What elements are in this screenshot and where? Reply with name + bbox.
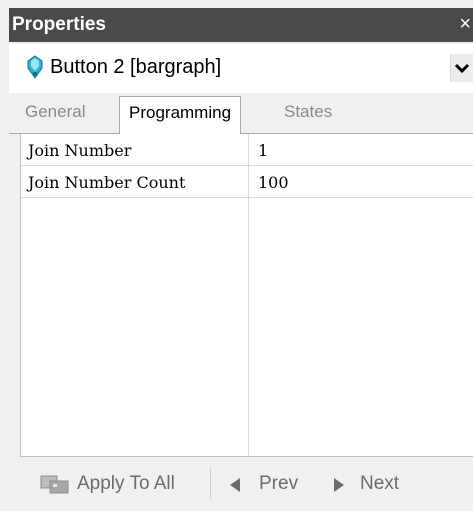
properties-panel: Properties × Button 2 [bargraph] General…: [0, 0, 473, 511]
next-button[interactable]: Next: [332, 457, 422, 511]
property-row[interactable]: Join Number Count 100: [21, 166, 473, 198]
close-icon[interactable]: ×: [459, 13, 471, 36]
triangle-right-icon: [334, 478, 344, 492]
tab-states[interactable]: States: [284, 102, 332, 122]
dropdown-button[interactable]: [450, 54, 473, 82]
bottom-toolbar: Apply To All Prev Next: [9, 457, 473, 511]
property-row[interactable]: Join Number 1: [21, 134, 473, 166]
apply-to-all-button[interactable]: Apply To All: [39, 457, 209, 511]
panel-title: Properties: [12, 14, 106, 35]
property-name: Join Number: [28, 141, 132, 160]
tab-programming[interactable]: Programming: [119, 96, 242, 134]
prev-label: Prev: [259, 473, 299, 494]
apply-to-all-label: Apply To All: [77, 473, 175, 494]
property-value[interactable]: 1: [258, 141, 268, 160]
apply-to-all-icon: [40, 475, 69, 494]
button-object-icon: [27, 55, 43, 79]
property-name: Join Number Count: [28, 173, 186, 192]
chevron-down-icon: [454, 63, 470, 74]
object-selector[interactable]: Button 2 [bargraph]: [9, 44, 473, 94]
prev-button[interactable]: Prev: [228, 457, 308, 511]
triangle-left-icon: [230, 478, 240, 492]
toolbar-separator: [210, 467, 211, 499]
tab-general[interactable]: General: [25, 102, 85, 122]
property-grid: Join Number 1 Join Number Count 100: [20, 134, 473, 457]
property-value[interactable]: 100: [258, 173, 289, 192]
next-label: Next: [360, 473, 400, 494]
title-bar: Properties ×: [9, 8, 473, 42]
tab-strip: General Programming States: [9, 93, 473, 135]
selected-object-label: Button 2 [bargraph]: [50, 56, 222, 78]
